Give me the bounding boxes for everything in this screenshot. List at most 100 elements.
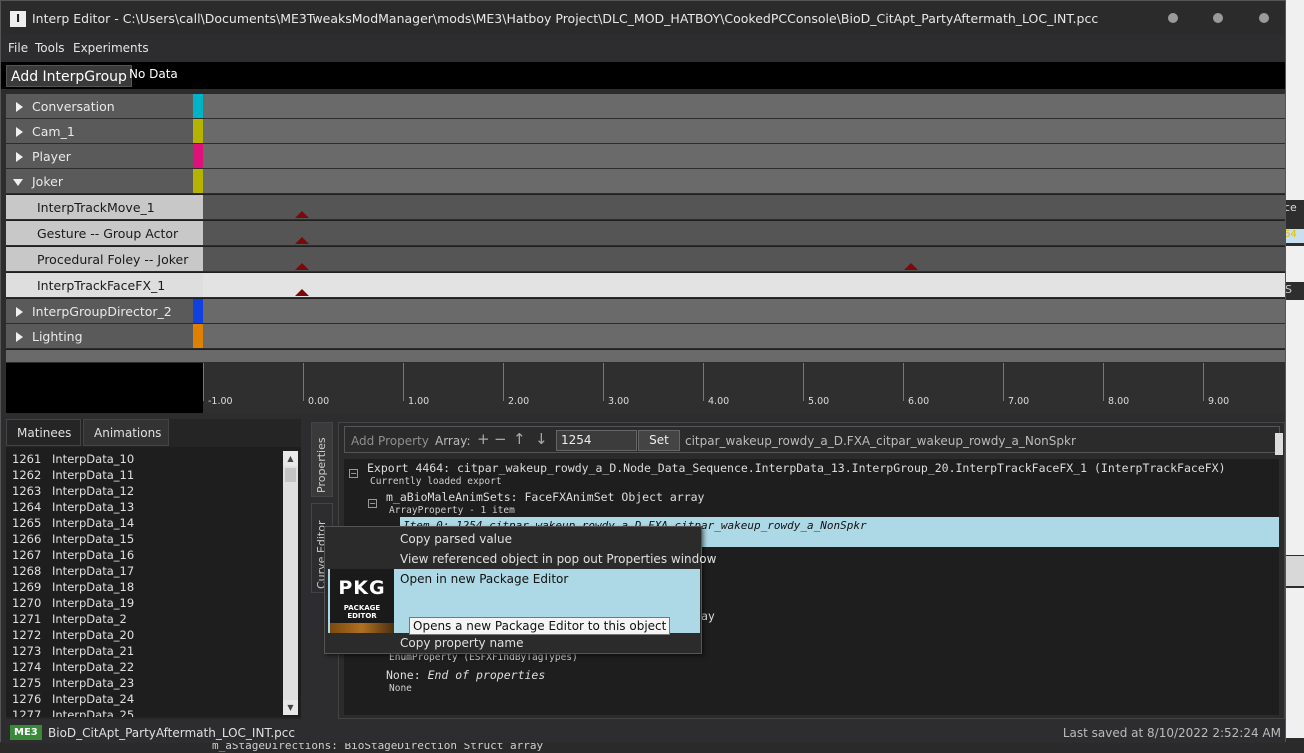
time-ruler[interactable]: -1.00 0.00 1.00 2.00 3.00 4.00 5.00 6.00…	[1, 363, 1285, 413]
group-track[interactable]	[203, 119, 1285, 143]
list-item[interactable]: 1274 InterpData_22	[12, 660, 134, 674]
collapse-arrow-icon[interactable]	[13, 179, 23, 186]
set-button[interactable]: Set	[638, 430, 680, 451]
close-button[interactable]	[1259, 13, 1269, 23]
maximize-button[interactable]	[1213, 13, 1223, 23]
track-row-interptrackfacefx-1[interactable]: InterpTrackFaceFX_1	[6, 273, 1285, 298]
ruler-label: 5.00	[808, 396, 830, 407]
remove-element-icon[interactable]: −	[494, 430, 507, 448]
track-row-gesture[interactable]: Gesture -- Group Actor	[6, 221, 1285, 246]
group-track[interactable]	[203, 324, 1285, 348]
menu-item-open-package-editor[interactable]: Open in new Package Editor	[400, 572, 568, 586]
list-item[interactable]: 1264 InterpData_13	[12, 500, 134, 514]
list-scrollbar[interactable]: ▲ ▼	[283, 451, 298, 715]
scroll-up-icon[interactable]: ▲	[283, 451, 298, 466]
list-item-index: 1262	[12, 468, 42, 482]
ruler-scale[interactable]: -1.00 0.00 1.00 2.00 3.00 4.00 5.00 6.00…	[203, 363, 1285, 413]
group-track[interactable]	[203, 144, 1285, 168]
group-track[interactable]	[203, 169, 1285, 193]
export-header[interactable]: Export 4464: citpar_wakeup_rowdy_a_D.Nod…	[367, 461, 1226, 475]
list-item[interactable]: 1275 InterpData_23	[12, 676, 134, 690]
expand-arrow-icon[interactable]	[16, 307, 23, 317]
add-interpgroup-button[interactable]: Add InterpGroup	[6, 65, 132, 87]
list-item[interactable]: 1270 InterpData_19	[12, 596, 134, 610]
menu-experiments[interactable]: Experiments	[73, 41, 149, 55]
array-index-input[interactable]: 1254	[556, 430, 637, 451]
group-track[interactable]	[203, 94, 1285, 118]
list-item[interactable]: 1263 InterpData_12	[12, 484, 134, 498]
track-row-procedural-foley[interactable]: Procedural Foley -- Joker	[6, 247, 1285, 272]
property-value-text[interactable]: citpar_wakeup_rowdy_a_D.FXA_citpar_wakeu…	[685, 434, 1076, 448]
ruler-label: 2.00	[508, 396, 530, 407]
add-property-button[interactable]: Add Property	[351, 434, 429, 448]
scroll-thumb[interactable]	[285, 468, 296, 482]
package-icon-text: PKG	[338, 577, 386, 599]
list-item[interactable]: 1267 InterpData_16	[12, 548, 134, 562]
collapse-icon[interactable]: −	[368, 499, 377, 508]
ruler-tick	[703, 363, 704, 401]
menu-tools[interactable]: Tools	[35, 41, 65, 55]
background-panel	[1284, 300, 1304, 555]
menu-file[interactable]: File	[8, 41, 28, 55]
keyframe-marker[interactable]	[295, 289, 309, 296]
timeline-empty-area	[6, 350, 1285, 362]
group-name: Joker	[32, 174, 63, 189]
track-lane[interactable]	[203, 195, 1285, 219]
list-item[interactable]: 1272 InterpData_20	[12, 628, 134, 642]
menu-item-view-referenced-object[interactable]: View referenced object in pop out Proper…	[400, 552, 716, 566]
group-label: Conversation	[6, 94, 203, 118]
move-down-icon[interactable]: ↓	[535, 430, 548, 448]
list-item[interactable]: 1265 InterpData_14	[12, 516, 134, 530]
list-item[interactable]: 1273 InterpData_21	[12, 644, 134, 658]
menu-item-copy-property-name[interactable]: Copy property name	[400, 636, 523, 650]
group-row-conversation[interactable]: Conversation	[6, 94, 1285, 119]
keyframe-marker[interactable]	[295, 237, 309, 244]
group-row-lighting[interactable]: Lighting	[6, 324, 1285, 349]
group-name: Conversation	[32, 99, 115, 114]
toolbar-scrollbar[interactable]	[1275, 433, 1283, 455]
end-label: End of properties	[427, 668, 546, 682]
expand-arrow-icon[interactable]	[16, 332, 23, 342]
group-row-player[interactable]: Player	[6, 144, 1285, 169]
minimize-button[interactable]	[1168, 13, 1178, 23]
group-track[interactable]	[203, 299, 1285, 323]
expand-arrow-icon[interactable]	[16, 127, 23, 137]
list-item-name: InterpData_17	[52, 564, 135, 578]
collapse-icon[interactable]: −	[349, 469, 358, 478]
list-item-index: 1266	[12, 532, 42, 546]
tab-properties[interactable]: Properties	[311, 422, 333, 497]
group-row-joker[interactable]: Joker	[6, 169, 1285, 194]
scroll-down-icon[interactable]: ▼	[283, 700, 298, 715]
list-item[interactable]: 1277 InterpData_25	[12, 708, 134, 717]
add-element-icon[interactable]: +	[477, 430, 490, 448]
list-item[interactable]: 1261 InterpData_10	[12, 452, 134, 466]
move-up-icon[interactable]: ↑	[513, 430, 526, 448]
property-header[interactable]: m_aBioMaleAnimSets: FaceFXAnimSet Object…	[386, 490, 705, 504]
track-name: InterpTrackFaceFX_1	[37, 278, 166, 293]
list-item[interactable]: 1271 InterpData_2	[12, 612, 127, 626]
expand-arrow-icon[interactable]	[16, 152, 23, 162]
matinee-list[interactable]: 1261 InterpData_10 1262 InterpData_11 1263…	[6, 447, 301, 717]
list-item[interactable]: 1269 InterpData_18	[12, 580, 134, 594]
list-item[interactable]: 1266 InterpData_15	[12, 532, 134, 546]
expand-arrow-icon[interactable]	[16, 102, 23, 112]
group-row-interpgroupdirector-2[interactable]: InterpGroupDirector_2	[6, 299, 1285, 324]
track-label: Procedural Foley -- Joker	[6, 247, 203, 271]
keyframe-marker[interactable]	[295, 263, 309, 270]
keyframe-marker[interactable]	[904, 263, 918, 270]
group-row-cam-1[interactable]: Cam_1	[6, 119, 1285, 144]
list-item[interactable]: 1276 InterpData_24	[12, 692, 134, 706]
track-lane[interactable]	[203, 247, 1285, 271]
tab-matinees[interactable]: Matinees	[6, 419, 81, 446]
list-item[interactable]: 1268 InterpData_17	[12, 564, 134, 578]
tab-animations[interactable]: Animations	[83, 419, 169, 446]
menu-item-copy-parsed-value[interactable]: Copy parsed value	[400, 532, 512, 546]
background-panel	[1284, 0, 1304, 200]
ruler-tick	[603, 363, 604, 401]
track-lane[interactable]	[203, 273, 1285, 297]
track-lane[interactable]	[203, 221, 1285, 245]
track-row-interptrackmove-1[interactable]: InterpTrackMove_1	[6, 195, 1285, 220]
ruler-label: 8.00	[1108, 396, 1130, 407]
keyframe-marker[interactable]	[295, 211, 309, 218]
list-item[interactable]: 1262 InterpData_11	[12, 468, 134, 482]
